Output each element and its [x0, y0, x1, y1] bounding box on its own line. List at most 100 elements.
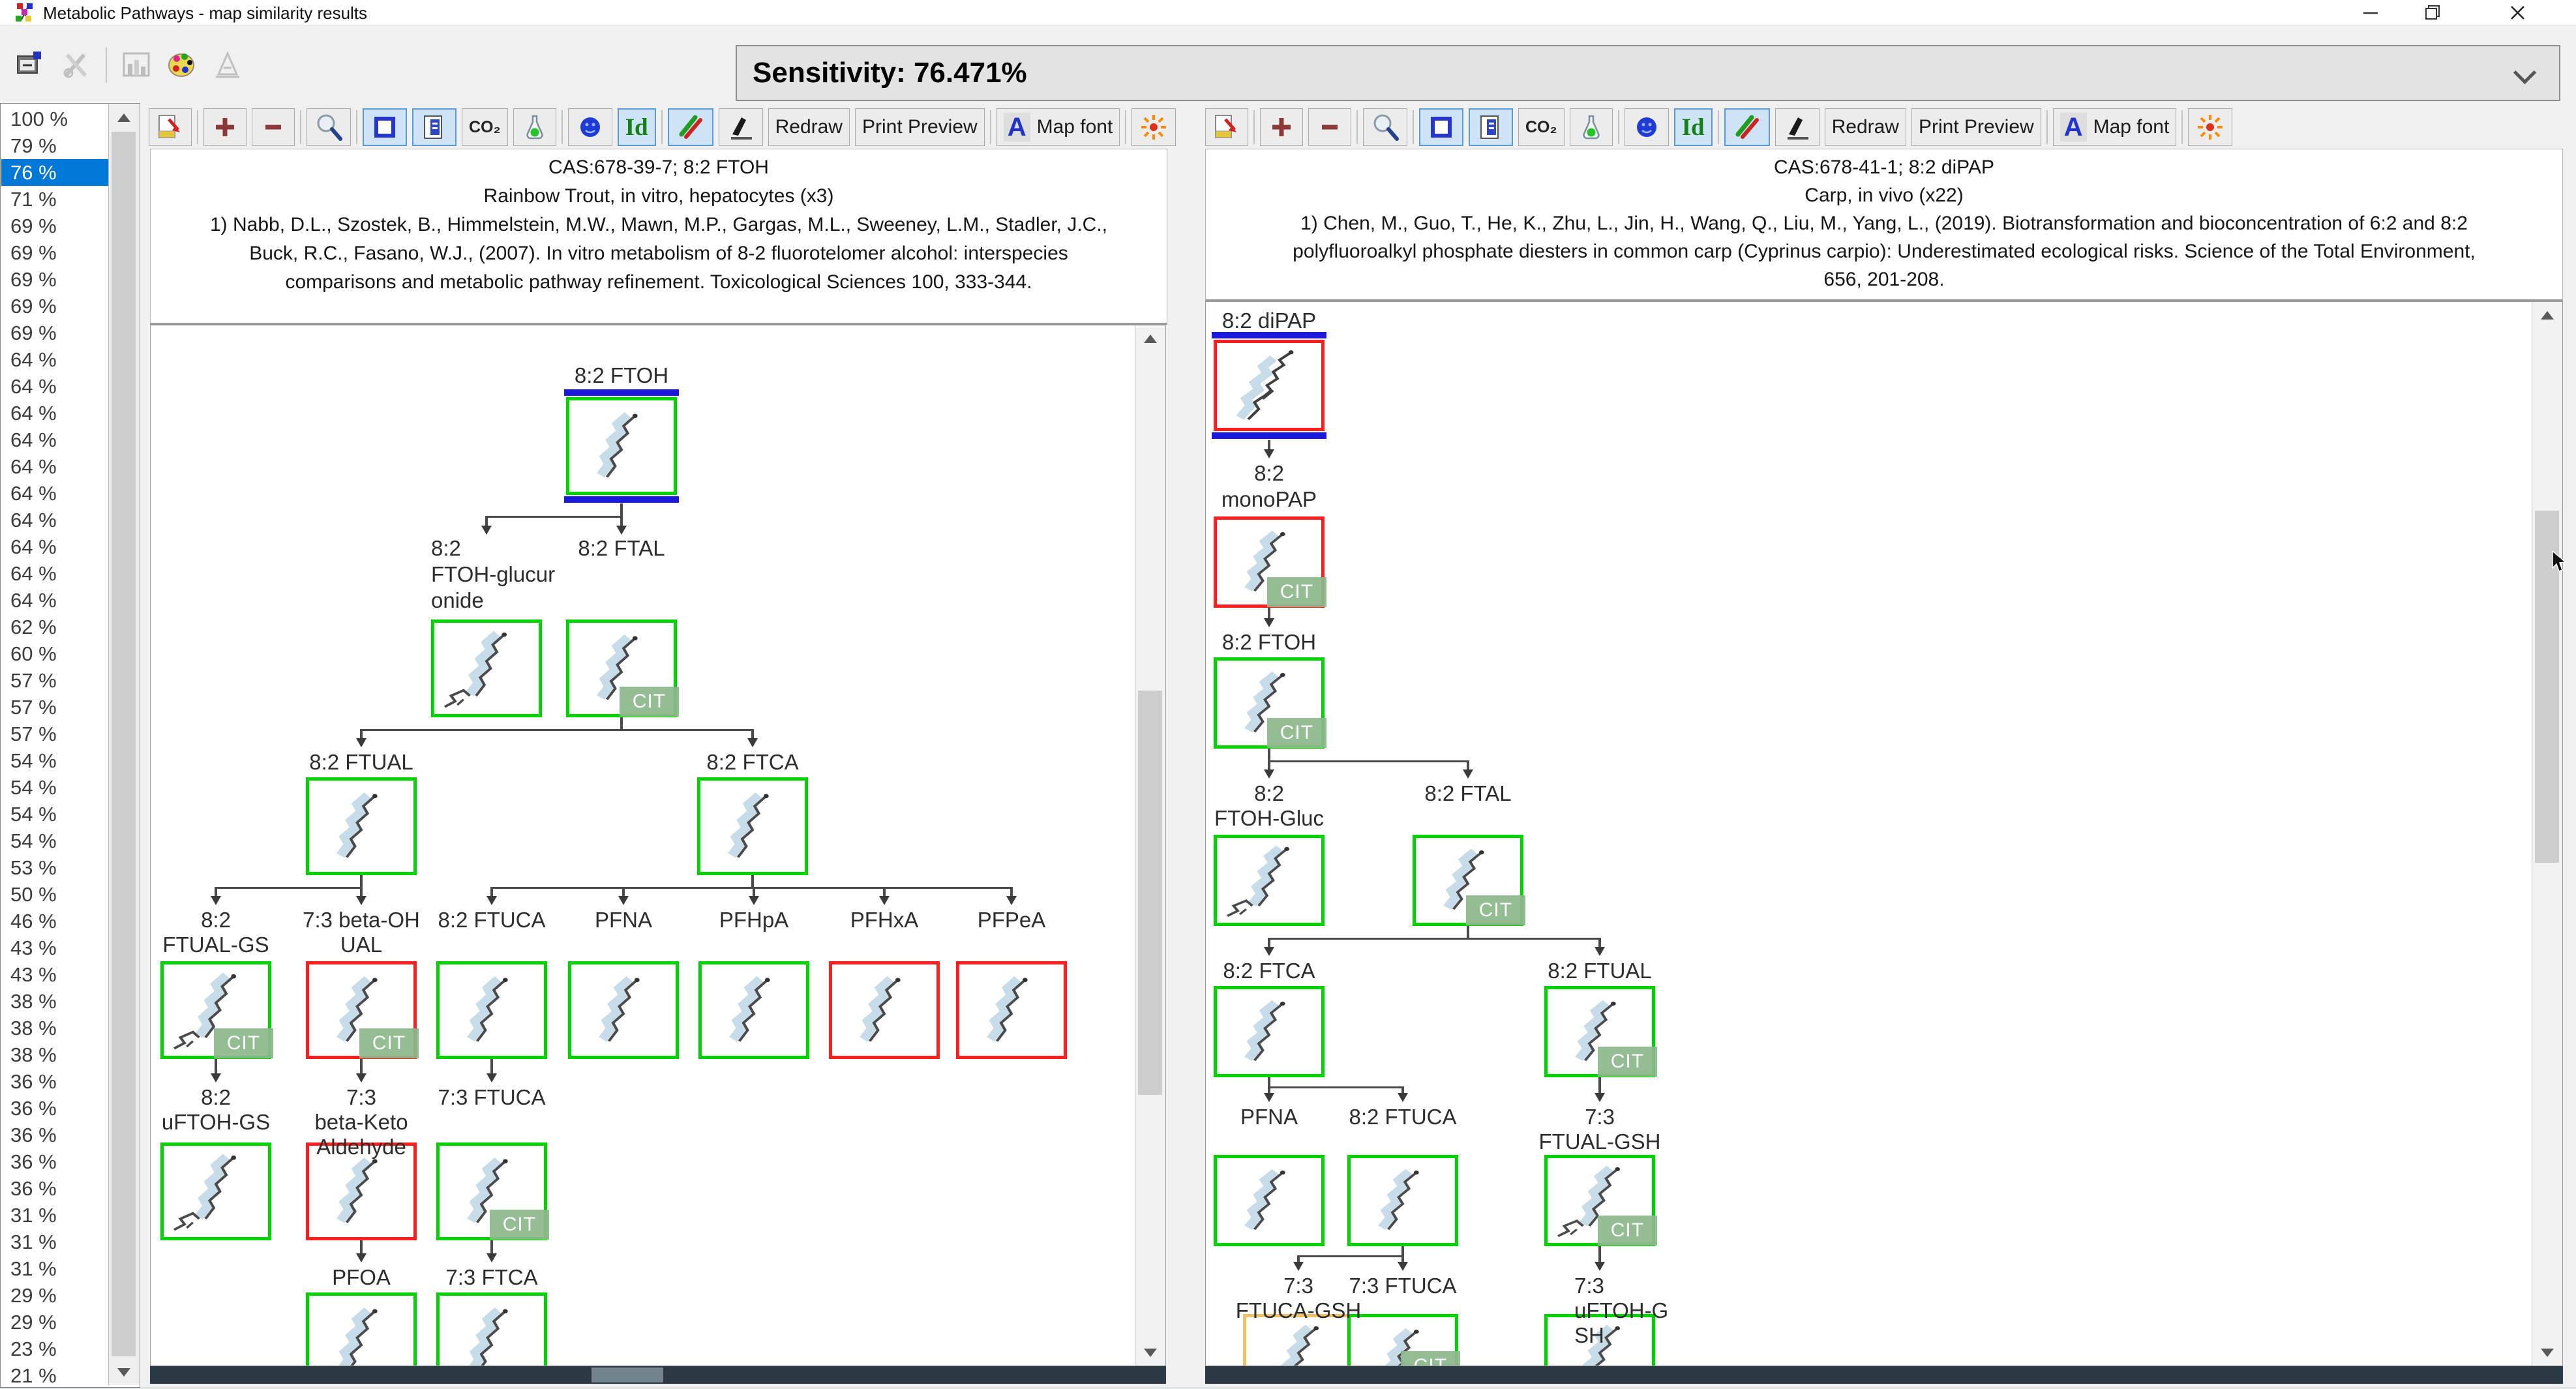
scroll-up-icon[interactable] [2532, 302, 2562, 328]
co2-button[interactable]: CO₂ [462, 108, 508, 146]
similarity-item[interactable]: 57 % [1, 694, 110, 721]
similarity-item[interactable]: 64 % [1, 560, 110, 587]
similarity-item[interactable]: 64 % [1, 533, 110, 560]
highlight-button[interactable] [1131, 108, 1176, 146]
pathway-node 8:2 FTUCA[interactable] [1347, 1155, 1458, 1246]
flask-button[interactable] [513, 108, 556, 146]
scroll-down-icon[interactable] [2532, 1339, 2562, 1366]
similarity-item[interactable]: 76 % [1, 159, 110, 186]
pathway-node 8:2 FTUCA[interactable] [436, 961, 547, 1059]
id-labels-toggle[interactable]: Id [618, 108, 656, 146]
zoom-in-button[interactable] [203, 108, 247, 146]
pathway-node 8:2 FTOH-glucuronide[interactable] [431, 620, 542, 717]
pathway-node PFOA[interactable] [306, 1292, 417, 1366]
pathway-node 8:2 FTOH[interactable]: CIT [1214, 657, 1325, 749]
draw-pens-toggle[interactable] [1724, 108, 1770, 146]
similarity-item[interactable]: 43 % [1, 934, 110, 961]
similarity-item[interactable]: 29 % [1, 1282, 110, 1309]
pathway-node PFNA[interactable] [1214, 1155, 1325, 1246]
print-preview-button[interactable]: Print Preview [1911, 108, 2041, 146]
similarity-item[interactable]: 31 % [1, 1255, 110, 1282]
close-button[interactable] [2498, 2, 2537, 23]
print-preview-button[interactable]: Print Preview [855, 108, 985, 146]
similarity-item[interactable]: 31 % [1, 1229, 110, 1255]
similarity-item[interactable]: 64 % [1, 587, 110, 614]
palette-icon[interactable] [163, 46, 201, 84]
pathway-node 8:2 monoPAP[interactable]: CIT [1214, 516, 1325, 608]
map-font-button[interactable]: AMap font [996, 108, 1120, 146]
pathway-node 7:3 FTUCA[interactable]: CIT [436, 1143, 547, 1240]
redraw-button[interactable]: Redraw [1825, 108, 1906, 146]
pathway-node 8:2 FTUAL[interactable]: CIT [1544, 986, 1655, 1077]
similarity-item[interactable]: 71 % [1, 186, 110, 213]
similarity-item[interactable]: 36 % [1, 1068, 110, 1095]
magnifier-button[interactable] [1363, 108, 1407, 146]
pathway-node 8:2 uFTOH-GS[interactable] [160, 1143, 271, 1240]
similarity-item[interactable]: 29 % [1, 1309, 110, 1336]
pathway-node 8:2 FTAL[interactable]: CIT [566, 620, 677, 717]
similarity-item[interactable]: 64 % [1, 453, 110, 480]
flask-button[interactable] [1570, 108, 1613, 146]
print-lamp-icon[interactable] [209, 46, 247, 84]
frame-mode-toggle[interactable] [363, 108, 407, 146]
sensitivity-combobox[interactable]: Sensitivity: 76.471% [736, 45, 2560, 101]
pathway-node PFPeA[interactable] [956, 961, 1067, 1059]
similarity-item[interactable]: 46 % [1, 908, 110, 934]
similarity-item[interactable]: 54 % [1, 774, 110, 801]
pathway-node 8:2 FTOH-Gluc[interactable] [1214, 835, 1325, 926]
similarity-item[interactable]: 62 % [1, 614, 110, 640]
pathway-node 8:2 FTAL[interactable]: CIT [1413, 835, 1523, 926]
similarity-item[interactable]: 21 % [1, 1362, 110, 1389]
similarity-item[interactable]: 64 % [1, 426, 110, 453]
pen-tool-button[interactable] [1775, 108, 1820, 146]
zoom-out-button[interactable] [252, 108, 295, 146]
left-horizontal-scrollbar[interactable] [150, 1366, 1166, 1384]
similarity-item[interactable]: 36 % [1, 1148, 110, 1175]
similarity-item[interactable]: 53 % [1, 854, 110, 881]
similarity-item[interactable]: 36 % [1, 1175, 110, 1202]
right-horizontal-scrollbar[interactable] [1205, 1366, 2563, 1384]
pathway-node 8:2 FTCA[interactable] [697, 777, 808, 875]
similarity-item[interactable]: 69 % [1, 266, 110, 293]
similarity-item[interactable]: 69 % [1, 239, 110, 266]
similarity-item[interactable]: 31 % [1, 1202, 110, 1229]
id-labels-toggle[interactable]: Id [1674, 108, 1713, 146]
abbreviate-names-toggle[interactable] [412, 108, 457, 146]
atom-color-button[interactable] [1625, 108, 1669, 146]
minimize-button[interactable] [2351, 2, 2390, 23]
scrollbar-thumb[interactable] [1138, 691, 1162, 1095]
export-map-button[interactable] [1205, 108, 1248, 146]
scroll-up-icon[interactable] [109, 104, 138, 130]
export-map-button[interactable] [149, 108, 192, 146]
similarity-item[interactable]: 64 % [1, 400, 110, 426]
similarity-item[interactable]: 64 % [1, 346, 110, 373]
pathway-node PFHpA[interactable] [698, 961, 809, 1059]
similarity-item[interactable]: 69 % [1, 293, 110, 320]
similarity-item[interactable]: 57 % [1, 667, 110, 694]
zoom-in-button[interactable] [1260, 108, 1303, 146]
frame-mode-toggle[interactable] [1419, 108, 1463, 146]
pathway-node 7:3 FTCA[interactable] [436, 1292, 547, 1366]
tools-icon[interactable] [57, 46, 95, 84]
co2-button[interactable]: CO₂ [1518, 108, 1565, 146]
similarity-item[interactable]: 50 % [1, 881, 110, 908]
similarity-item[interactable]: 38 % [1, 1015, 110, 1041]
scroll-down-icon[interactable] [109, 1359, 138, 1385]
pathway-node PFNA[interactable] [568, 961, 679, 1059]
abbreviate-names-toggle[interactable] [1469, 108, 1513, 146]
pathway-node 7:3 beta-OH UAL[interactable]: CIT [306, 961, 417, 1059]
similarity-item[interactable]: 69 % [1, 213, 110, 239]
magnifier-button[interactable] [307, 108, 351, 146]
scroll-up-icon[interactable] [1135, 325, 1165, 351]
scroll-down-icon[interactable] [1135, 1339, 1165, 1366]
pathway-node 7:3 FTUCA[interactable]: CIT [1347, 1314, 1458, 1366]
chart-table-icon[interactable] [117, 46, 155, 84]
similarity-item[interactable]: 36 % [1, 1122, 110, 1148]
similarity-item[interactable]: 60 % [1, 640, 110, 667]
maximize-button[interactable] [2413, 2, 2452, 23]
similarity-item[interactable]: 69 % [1, 320, 110, 346]
draw-pens-toggle[interactable] [668, 108, 713, 146]
redraw-button[interactable]: Redraw [768, 108, 850, 146]
pathway-node 8:2 diPAP[interactable] [1214, 340, 1325, 431]
similarity-item[interactable]: 54 % [1, 747, 110, 774]
